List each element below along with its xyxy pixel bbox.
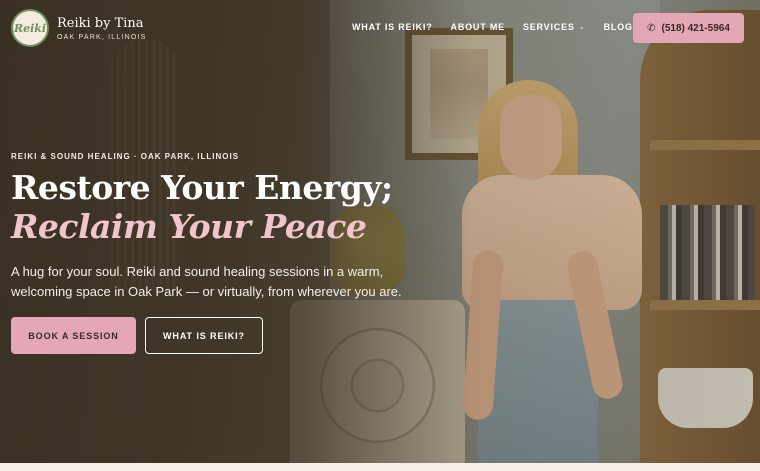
site-logo[interactable]: Reiki Reiki by Tina OAK PARK, ILLINOIS (11, 9, 147, 47)
site-header: Reiki Reiki by Tina OAK PARK, ILLINOIS W… (0, 0, 760, 56)
chevron-down-icon[interactable]: ⌄ (579, 23, 585, 31)
nav-item-what-is-reiki[interactable]: WHAT IS REIKI? (352, 22, 433, 32)
hero-lede: A hug for your soul. Reiki and sound hea… (11, 264, 402, 299)
nav-item-services[interactable]: SERVICES (523, 22, 575, 32)
nav-item-blog[interactable]: BLOG (604, 22, 633, 32)
call-button-label: (518) 421-5964 (661, 22, 730, 34)
hero-headline-line2: Reclaim Your Peace (11, 207, 367, 246)
nav-item-about-me[interactable]: ABOUT ME (451, 22, 505, 32)
section-divider (0, 463, 760, 471)
logo-badge-text: Reiki (13, 21, 47, 35)
book-session-button[interactable]: BOOK A SESSION (11, 317, 136, 354)
brand-title: Reiki by Tina (57, 15, 144, 31)
main-nav: WHAT IS REIKI? ABOUT ME SERVICES ⌄ BLOG (352, 22, 633, 32)
phone-icon: ✆ (647, 22, 656, 34)
hero-eyebrow: REIKI & SOUND HEALING · OAK PARK, ILLINO… (11, 152, 240, 161)
hero-headline-line1: Restore Your Energy; (11, 168, 393, 207)
logo-badge-icon: Reiki (11, 9, 49, 47)
logo-text: Reiki by Tina OAK PARK, ILLINOIS (57, 16, 147, 41)
call-button[interactable]: ✆ (518) 421-5964 (633, 13, 744, 43)
brand-subtitle: OAK PARK, ILLINOIS (57, 33, 147, 41)
what-is-reiki-button[interactable]: WHAT IS REIKI? (145, 317, 263, 354)
